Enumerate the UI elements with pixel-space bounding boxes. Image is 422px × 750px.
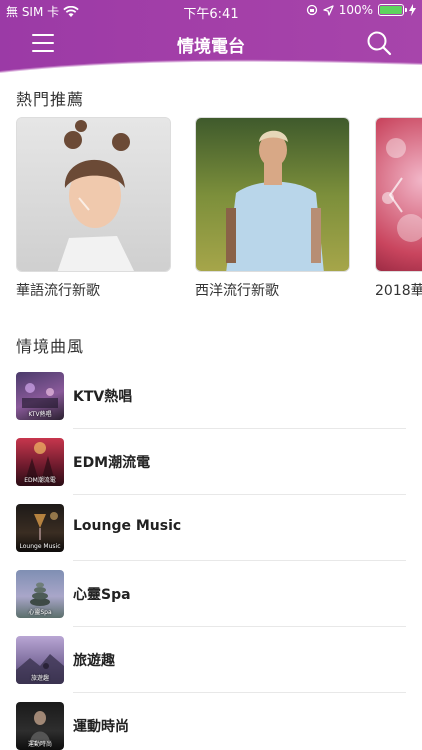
list-item-ktv[interactable]: KTV熱唱 KTV熱唱 bbox=[0, 363, 422, 429]
list-item-sports[interactable]: 運動時尚 運動時尚 bbox=[0, 693, 422, 750]
top-bar: 無 SIM 卡 下午6:41 100% 情境電台 bbox=[0, 0, 422, 80]
card-label: 華語流行新歌 bbox=[16, 283, 100, 299]
genres-heading: 情境曲風 bbox=[16, 337, 85, 356]
battery-icon bbox=[378, 4, 407, 16]
header-wave bbox=[0, 59, 422, 80]
card-image-2018 bbox=[375, 117, 422, 272]
thumbnail-caption: 旅遊趣 bbox=[30, 675, 49, 682]
genre-thumbnail: Lounge Music bbox=[16, 504, 64, 552]
card-label: 西洋流行新歌 bbox=[195, 283, 279, 299]
thumbnail-caption: 心靈Spa bbox=[28, 609, 52, 616]
featured-carousel[interactable]: 華語流行新歌 西洋流行新歌 2018華 bbox=[16, 117, 422, 302]
location-icon bbox=[323, 4, 334, 16]
thumbnail-caption: 運動時尚 bbox=[27, 741, 52, 748]
card-image-western-pop bbox=[195, 117, 350, 272]
list-item-lounge[interactable]: Lounge Music Lounge Music bbox=[0, 495, 422, 561]
genre-thumbnail: 旅遊趣 bbox=[16, 636, 64, 684]
battery-percent: 100% bbox=[338, 3, 373, 17]
featured-card[interactable]: 華語流行新歌 bbox=[16, 117, 171, 300]
genre-name: 旅遊趣 bbox=[73, 653, 115, 669]
genre-thumbnail: KTV熱唱 bbox=[16, 372, 64, 420]
featured-card[interactable]: 2018華 bbox=[375, 117, 422, 300]
list-item-travel[interactable]: 旅遊趣 旅遊趣 bbox=[0, 627, 422, 693]
page-title: 情境電台 bbox=[177, 37, 245, 57]
genre-thumbnail: 運動時尚 bbox=[16, 702, 64, 750]
genre-list: KTV熱唱 KTV熱唱 EDM潮流電 EDM潮流電 Lounge Music L… bbox=[0, 363, 422, 750]
thumbnail-caption: EDM潮流電 bbox=[24, 477, 56, 484]
status-bar: 無 SIM 卡 下午6:41 100% bbox=[0, 0, 422, 22]
card-label: 2018華 bbox=[375, 283, 422, 299]
featured-heading: 熱門推薦 bbox=[16, 90, 85, 109]
genre-thumbnail: 心靈Spa bbox=[16, 570, 64, 618]
featured-card[interactable]: 西洋流行新歌 bbox=[195, 117, 350, 300]
genre-name: KTV熱唱 bbox=[73, 389, 133, 405]
list-item-edm[interactable]: EDM潮流電 EDM潮流電 bbox=[0, 429, 422, 495]
thumbnail-caption: Lounge Music bbox=[19, 543, 61, 550]
genre-thumbnail: EDM潮流電 bbox=[16, 438, 64, 486]
charging-icon bbox=[409, 4, 416, 16]
list-item-spa[interactable]: 心靈Spa 心靈Spa bbox=[0, 561, 422, 627]
genre-name: Lounge Music bbox=[73, 518, 182, 534]
thumbnail-caption: KTV熱唱 bbox=[28, 411, 52, 418]
search-icon[interactable] bbox=[366, 30, 392, 56]
genre-name: EDM潮流電 bbox=[73, 455, 151, 471]
genre-name: 運動時尚 bbox=[73, 719, 129, 735]
genre-name: 心靈Spa bbox=[73, 587, 131, 603]
card-image-chinese-pop bbox=[16, 117, 171, 272]
orientation-lock-icon bbox=[306, 4, 317, 16]
